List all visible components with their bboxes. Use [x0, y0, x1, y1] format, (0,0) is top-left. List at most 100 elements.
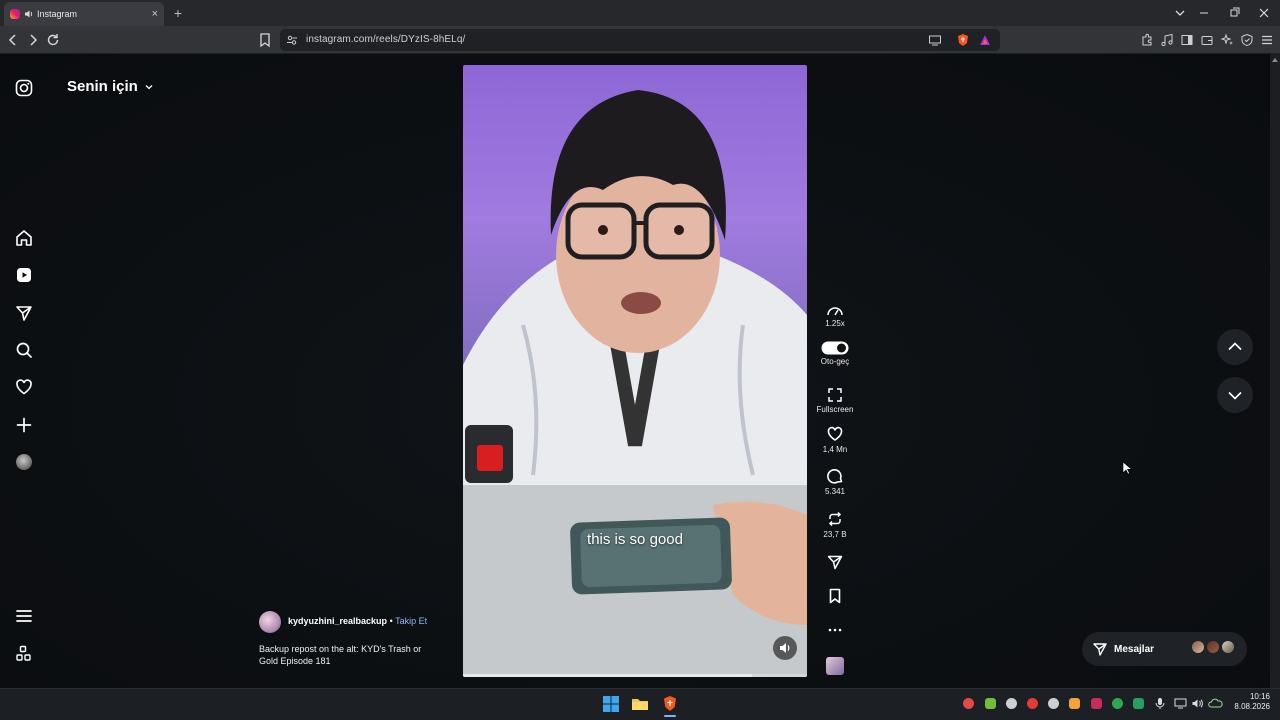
tray-app-icon[interactable] [1069, 698, 1080, 709]
address-bar[interactable]: instagram.com/reels/DYzIS-8hELq/ [280, 29, 1000, 51]
instagram-icon[interactable] [14, 78, 34, 98]
home-icon[interactable] [14, 228, 34, 248]
comment-button[interactable]: 5.341 [810, 467, 860, 496]
vpn-icon[interactable] [1240, 33, 1254, 47]
taskbar-clock[interactable]: 10:16 8.08.2026 [1226, 692, 1270, 712]
more-options-button[interactable] [810, 624, 860, 638]
username-link[interactable]: kydyuzhini_realbackup [288, 616, 387, 626]
forward-button[interactable] [24, 31, 42, 49]
microphone-icon[interactable] [1154, 697, 1166, 710]
bookmark-icon [829, 588, 841, 604]
fullscreen-button[interactable]: Fullscreen [810, 387, 860, 414]
tray-app-icon[interactable] [1133, 698, 1144, 709]
wallet-icon[interactable] [1200, 33, 1214, 47]
feed-title: Senin için [67, 78, 138, 95]
like-count: 1,4 Mn [822, 445, 848, 454]
tab-search-button[interactable] [1170, 4, 1190, 22]
extensions-icon[interactable] [1140, 33, 1154, 47]
restore-button[interactable] [1224, 4, 1244, 22]
previous-reel-button[interactable] [1217, 329, 1253, 365]
tray-app-icon[interactable] [963, 698, 974, 709]
tray-app-icon[interactable] [1027, 698, 1038, 709]
next-reel-button[interactable] [1217, 377, 1253, 413]
autoplay-toggle[interactable]: Oto-geç [810, 341, 860, 366]
repost-icon [828, 511, 842, 527]
video-frame [463, 90, 807, 677]
heart-icon[interactable] [14, 377, 34, 397]
toggle-switch-icon [821, 341, 849, 355]
like-button[interactable]: 1,4 Mn [810, 425, 860, 454]
speed-control[interactable]: 1.25x [810, 303, 860, 328]
url-text[interactable]: instagram.com/reels/DYzIS-8hELq/ [306, 34, 465, 45]
search-icon[interactable] [14, 340, 34, 360]
site-settings-icon[interactable] [286, 34, 298, 46]
reels-icon[interactable] [14, 265, 34, 285]
share-button[interactable] [810, 553, 860, 573]
comment-icon [827, 469, 843, 484]
speedometer-icon [827, 307, 843, 316]
browser-toolbar: instagram.com/reels/DYzIS-8hELq/ [0, 26, 1280, 54]
browser-tab[interactable]: Instagram × [4, 2, 164, 26]
follow-button[interactable]: Takip Et [395, 616, 427, 626]
clock-date: 8.08.2026 [1234, 702, 1270, 711]
video-progress-bar[interactable] [463, 674, 752, 677]
new-tab-button[interactable]: + [170, 4, 186, 22]
user-avatar[interactable] [259, 611, 281, 633]
brave-rewards-icon[interactable] [978, 33, 992, 47]
back-button[interactable] [4, 31, 22, 49]
tab-close-button[interactable]: × [152, 8, 158, 20]
message-avatar [1221, 640, 1235, 654]
volume-icon[interactable] [1191, 697, 1204, 710]
audio-thumbnail[interactable] [826, 657, 844, 675]
speaker-icon [780, 643, 790, 653]
tray-app-icon[interactable] [1006, 698, 1017, 709]
heart-icon [827, 426, 843, 441]
reel-description[interactable]: Backup repost on the alt: KYD's Trash or… [259, 643, 439, 667]
mouse-cursor-icon [1122, 461, 1132, 475]
send-icon[interactable] [14, 303, 34, 323]
chevron-down-icon [145, 84, 153, 89]
mute-button[interactable] [773, 636, 797, 660]
close-window-button[interactable] [1254, 4, 1274, 22]
profile-avatar[interactable] [16, 454, 32, 470]
music-icon[interactable] [1160, 33, 1174, 47]
send-icon [1093, 643, 1107, 656]
menu-icon[interactable] [1260, 33, 1274, 47]
video-caption-overlay: this is so good [587, 531, 683, 548]
chevron-up-icon [1228, 342, 1242, 351]
tray-app-icon[interactable] [1091, 698, 1102, 709]
brave-shields-icon[interactable] [956, 33, 970, 47]
message-avatar [1191, 640, 1205, 654]
feed-selector[interactable]: Senin için [67, 78, 154, 95]
brave-browser-icon[interactable] [660, 694, 680, 714]
network-icon[interactable] [1174, 697, 1187, 710]
page-scrollbar[interactable] [1270, 54, 1280, 688]
leo-ai-icon[interactable] [1220, 33, 1234, 47]
file-explorer-icon[interactable] [630, 694, 650, 714]
repost-count: 23,7 B [823, 530, 847, 539]
grid-icon[interactable] [14, 644, 34, 664]
sidebar-toggle-icon[interactable] [1180, 33, 1194, 47]
menu-icon[interactable] [14, 606, 34, 626]
repost-button[interactable]: 23,7 B [810, 510, 860, 539]
save-button[interactable] [810, 587, 860, 607]
speed-label: 1.25x [825, 319, 845, 328]
comment-count: 5.341 [824, 487, 846, 496]
cast-icon[interactable] [928, 34, 942, 46]
instagram-favicon [10, 9, 20, 19]
speaker-icon[interactable] [24, 9, 34, 19]
messages-label: Mesajlar [1114, 643, 1155, 655]
plus-icon[interactable] [14, 415, 34, 435]
tray-app-icon[interactable] [1112, 698, 1123, 709]
send-icon [827, 555, 843, 570]
nvidia-icon[interactable] [985, 698, 996, 709]
minimize-button[interactable] [1194, 4, 1214, 22]
reload-button[interactable] [44, 31, 62, 49]
reel-video[interactable]: this is so good [463, 65, 807, 677]
windows-start-icon[interactable] [601, 694, 621, 714]
cloud-icon[interactable] [1208, 697, 1223, 710]
scroll-up-arrow-icon[interactable] [1272, 57, 1278, 63]
tray-app-icon[interactable] [1048, 698, 1059, 709]
bookmark-icon[interactable] [256, 31, 274, 49]
chevron-down-icon [1228, 391, 1242, 400]
